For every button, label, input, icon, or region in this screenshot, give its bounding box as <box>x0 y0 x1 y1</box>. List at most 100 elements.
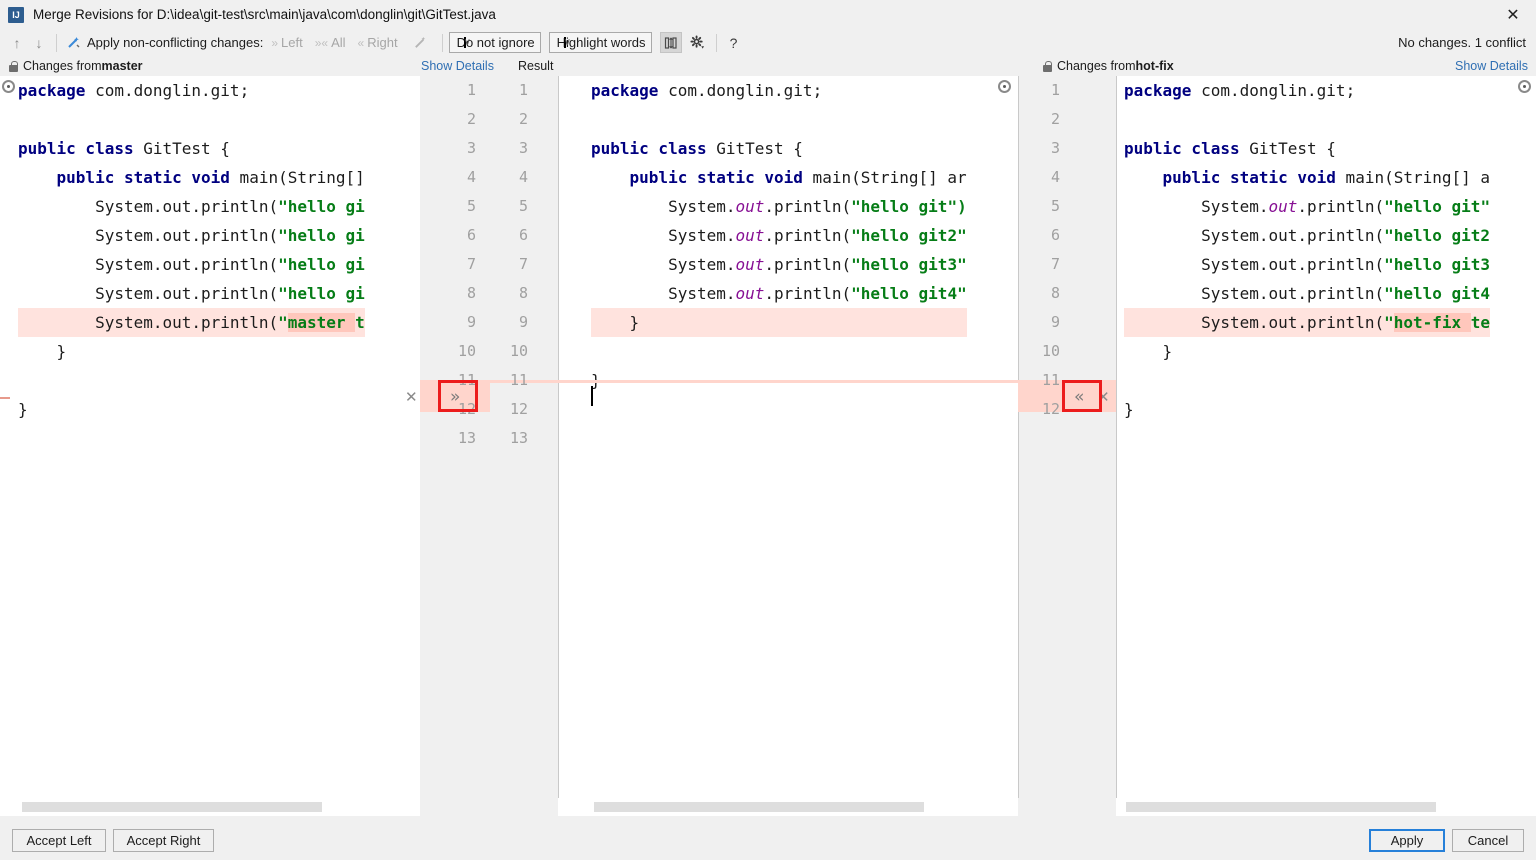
code-token: master <box>287 313 356 332</box>
accept-left-button[interactable]: Accept Left <box>12 829 106 852</box>
right-show-details-link[interactable]: Show Details <box>1455 56 1528 76</box>
code-token: com.donglin.git; <box>658 81 823 100</box>
annotation-box-accept-right <box>1062 380 1102 412</box>
window-title: Merge Revisions for D:\idea\git-test\src… <box>33 7 496 22</box>
left-conflict-marker <box>0 397 10 399</box>
gear-icon <box>690 35 705 49</box>
left-editor-code: package com.donglin.git; public class Gi… <box>18 76 365 453</box>
line-number: 6 <box>1050 226 1060 244</box>
result-editor-code: package com.donglin.git; public class Gi… <box>591 76 967 453</box>
code-token: out <box>735 226 765 245</box>
left-header-branch: master <box>101 59 143 73</box>
collapse-unchanged-fragments-toggle[interactable] <box>659 32 682 53</box>
right-hscrollbar[interactable] <box>1116 798 1536 816</box>
code-token: public class <box>1124 139 1240 158</box>
code-line: System.out.println("hello gi <box>18 279 365 308</box>
apply-button[interactable]: Apply <box>1369 829 1445 852</box>
code-token: System.out.println( <box>1124 226 1385 245</box>
code-line: package com.donglin.git; <box>1124 76 1490 105</box>
code-line: } <box>1124 337 1490 366</box>
code-token: "hello gi <box>278 284 365 303</box>
line-number: 7 <box>466 255 476 273</box>
result-hscrollbar-thumb[interactable] <box>594 802 924 812</box>
result-hscrollbar[interactable] <box>558 798 1018 816</box>
left-show-details-link[interactable]: Show Details <box>421 56 494 76</box>
result-header-label: Result <box>518 59 554 73</box>
code-token: main(String[] ar <box>802 168 967 187</box>
left-ignore-conflict-button[interactable]: ✕ <box>405 390 418 405</box>
line-number: 8 <box>466 284 476 302</box>
apply-all-link[interactable]: »« All <box>315 35 346 50</box>
right-eye-icon <box>1518 80 1531 93</box>
close-icon[interactable]: ✕ <box>1490 0 1536 29</box>
right-hscrollbar-thumb[interactable] <box>1126 802 1436 812</box>
apply-left-link[interactable]: » Left <box>271 35 302 50</box>
code-line: System.out.println("hot-fix te <box>1124 308 1491 337</box>
conflict-status-text: No changes. 1 conflict <box>1398 35 1526 50</box>
code-token: .println( <box>764 226 852 245</box>
code-line: System.out.println("hello git" <box>1124 192 1490 221</box>
code-token: out <box>1268 197 1298 216</box>
code-token: "hello git4" <box>851 284 967 303</box>
result-conflict-line-marker <box>558 380 1018 383</box>
code-line: System.out.println("hello git4 <box>1124 279 1490 308</box>
cancel-button[interactable]: Cancel <box>1452 829 1524 852</box>
code-token: GitTest { <box>133 139 230 158</box>
code-line: System.out.println("hello git3" <box>591 250 967 279</box>
magic-wand-icon[interactable] <box>410 32 432 54</box>
code-token: GitTest { <box>1239 139 1336 158</box>
next-difference-button[interactable]: ↓ <box>28 32 50 54</box>
toolbar-separator-3 <box>715 33 717 52</box>
previous-difference-button[interactable]: ↑ <box>6 32 28 54</box>
magic-resolve-icon[interactable] <box>63 32 85 54</box>
line-number: 7 <box>1050 255 1060 273</box>
text-caret <box>591 386 593 406</box>
line-number: 6 <box>466 226 476 244</box>
line-number: 10 <box>457 342 476 360</box>
apply-left-label: Left <box>281 35 303 50</box>
code-line: } <box>18 395 365 424</box>
right-show-details-label: Show Details <box>1455 59 1528 73</box>
code-token: System. <box>1124 197 1269 216</box>
code-token: "hello gi <box>278 197 365 216</box>
right-editor-code: package com.donglin.git; public class Gi… <box>1124 76 1491 453</box>
code-token: .println( <box>1297 197 1385 216</box>
settings-gear-button[interactable] <box>686 32 710 53</box>
result-line-numbers-left: 1 2 3 4 5 6 7 8 9 10 11 12 13 <box>482 76 538 453</box>
code-token: " <box>278 313 288 332</box>
left-hscrollbar-thumb[interactable] <box>22 802 322 812</box>
help-button[interactable]: ? <box>723 32 745 53</box>
left-editor-pane[interactable]: package com.donglin.git; public class Gi… <box>0 76 420 798</box>
code-token: System.out.println( <box>18 226 279 245</box>
line-number: 3 <box>1050 139 1060 157</box>
apply-right-link[interactable]: « Right <box>358 35 398 50</box>
result-editor-pane[interactable]: package com.donglin.git; public class Gi… <box>558 76 1018 798</box>
right-editor-pane[interactable]: package com.donglin.git; public class Gi… <box>1116 76 1536 798</box>
line-number: 8 <box>518 284 528 302</box>
code-token: System. <box>591 226 736 245</box>
code-token: "hello gi <box>278 255 365 274</box>
code-line: System.out.println("hello git4" <box>591 279 967 308</box>
double-chevron-left-icon: « <box>357 35 365 50</box>
ignore-policy-dropdown[interactable]: Do not ignore ∨ <box>448 32 541 53</box>
code-line: System.out.println("hello gi <box>18 192 365 221</box>
code-line: public class GitTest { <box>1124 134 1490 163</box>
code-line: System.out.println("master t <box>18 308 365 337</box>
line-number: 5 <box>466 197 476 215</box>
accept-right-button[interactable]: Accept Right <box>113 829 214 852</box>
code-token: "hello gi <box>278 226 365 245</box>
toolbar-separator-2 <box>441 33 443 52</box>
highlight-policy-dropdown[interactable]: Highlight words ∨ <box>548 32 652 53</box>
line-number: 3 <box>518 139 528 157</box>
code-line: System.out.println("hello git2 <box>1124 221 1490 250</box>
code-line: } <box>1124 395 1490 424</box>
code-line: System.out.println("hello git3 <box>1124 250 1490 279</box>
code-token: "hello git3 <box>1384 255 1491 274</box>
left-hscrollbar[interactable] <box>0 798 420 816</box>
line-number: 9 <box>466 313 476 331</box>
title-bar: Merge Revisions for D:\idea\git-test\src… <box>0 0 1536 29</box>
